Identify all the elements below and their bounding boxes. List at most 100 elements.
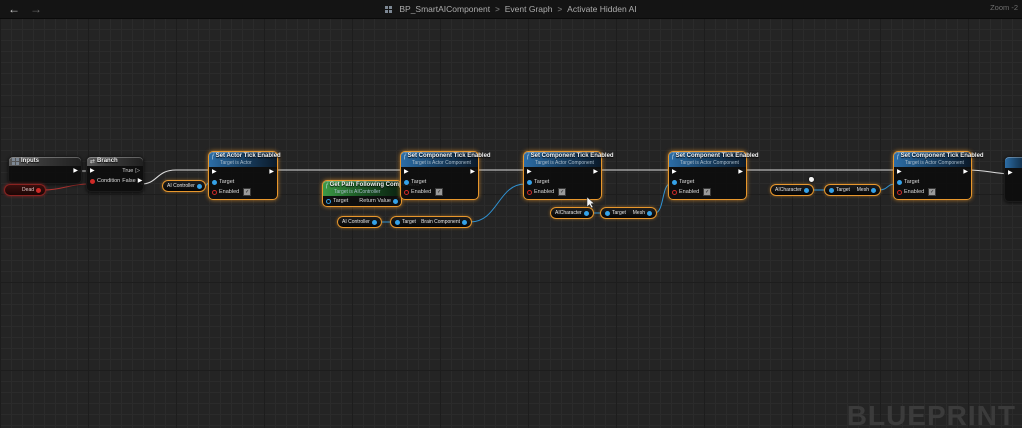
enabled-checkbox[interactable]: ✓	[435, 188, 443, 196]
enabled-checkbox[interactable]: ✓	[928, 188, 936, 196]
exec-in-pin[interactable]: ▶	[1008, 170, 1013, 176]
breadcrumb-page[interactable]: Activate Hidden AI	[567, 4, 636, 14]
target-pin[interactable]	[212, 180, 217, 185]
node-header: ⇄ Branch	[87, 157, 143, 166]
bool-wires	[44, 184, 88, 190]
exec-out-pin[interactable]: ▶	[73, 168, 78, 174]
target-pin-label: Target	[836, 187, 850, 193]
enabled-pin[interactable]	[527, 190, 532, 195]
target-pin-label: Target	[219, 179, 234, 185]
object-out-pin[interactable]	[804, 188, 809, 193]
node-subtitle: Target is Actor Component	[527, 160, 598, 166]
node-header: f Set Component Tick Enabled Target is A…	[669, 152, 746, 167]
node-get-mesh-1[interactable]: Target Mesh	[600, 207, 657, 219]
target-pin[interactable]	[897, 180, 902, 185]
node-inputs[interactable]: Inputs ▶	[8, 156, 82, 184]
exec-in-pin[interactable]: ▶	[90, 168, 95, 174]
exec-out-pin[interactable]: ▶	[738, 169, 743, 175]
exec-in-pin[interactable]: ▶	[527, 169, 532, 175]
node-branch[interactable]: ⇄ Branch ▶ True ▷ Condition False ▶	[86, 156, 144, 192]
exec-out-pin[interactable]: ▶	[269, 169, 274, 175]
function-icon: f	[212, 154, 214, 160]
exec-in-pin[interactable]: ▶	[404, 169, 409, 175]
wire-layer	[0, 0, 1022, 428]
node-get-brain-component[interactable]: Target Brain Component	[390, 216, 472, 228]
function-icon: f	[672, 154, 674, 160]
breadcrumb-section[interactable]: Event Graph	[505, 4, 553, 14]
node-get-ai-controller-2[interactable]: AI Controller	[337, 216, 382, 228]
node-header: f Set Component Tick Enabled Target is A…	[401, 152, 478, 167]
node-get-ai-character-2[interactable]: AICharacter	[770, 184, 814, 196]
condition-pin[interactable]	[90, 179, 95, 184]
output-label: Mesh	[633, 210, 645, 216]
exec-out-pin[interactable]: ▶	[593, 169, 598, 175]
false-pin-label: False	[122, 178, 135, 184]
node-header: f Set Component Tick Enabled Target is A…	[894, 152, 971, 167]
enabled-checkbox[interactable]: ✓	[243, 188, 251, 196]
enabled-pin-label: Enabled	[534, 189, 554, 195]
node-title: Inputs	[21, 158, 39, 165]
object-out-pin[interactable]	[647, 211, 652, 216]
node-set-component-tick-enabled-3[interactable]: f Set Component Tick Enabled Target is A…	[668, 151, 747, 200]
exec-in-pin[interactable]: ▶	[897, 169, 902, 175]
object-out-pin[interactable]	[372, 220, 377, 225]
target-pin[interactable]	[672, 180, 677, 185]
false-exec-pin[interactable]: ▶	[138, 178, 143, 184]
node-subtitle: Target is Actor	[212, 160, 274, 166]
function-icon: f	[527, 154, 529, 160]
node-set-component-tick-enabled-2[interactable]: f Set Component Tick Enabled Target is A…	[523, 151, 602, 200]
target-pin[interactable]	[395, 220, 400, 225]
graph-icon	[12, 158, 19, 165]
enabled-pin[interactable]	[672, 190, 677, 195]
bool-out-pin[interactable]	[36, 188, 41, 193]
node-set-component-tick-enabled-1[interactable]: f Set Component Tick Enabled Target is A…	[400, 151, 479, 200]
breadcrumb-root[interactable]: BP_SmartAIComponent	[399, 4, 490, 14]
node-get-ai-controller-1[interactable]: AI Controller	[162, 180, 206, 192]
breadcrumb: BP_SmartAIComponent > Event Graph > Acti…	[0, 0, 1022, 18]
variable-label: AICharacter	[555, 210, 582, 216]
node-set-actor-tick-enabled[interactable]: f Set Actor Tick Enabled Target is Actor…	[208, 151, 278, 200]
enabled-pin[interactable]	[897, 190, 902, 195]
enabled-pin[interactable]	[212, 190, 217, 195]
node-header: f Set Component Tick Enabled Target is A…	[524, 152, 601, 167]
node-title: Set Component Tick Enabled	[531, 153, 614, 160]
target-pin[interactable]	[326, 199, 331, 204]
chevron-right-icon: >	[557, 5, 562, 14]
node-header: f Set Actor Tick Enabled Target is Actor	[209, 152, 277, 167]
target-pin[interactable]	[527, 180, 532, 185]
exec-out-pin[interactable]: ▶	[963, 169, 968, 175]
node-get-mesh-2[interactable]: Target Mesh	[824, 184, 881, 196]
output-label: Mesh	[857, 187, 869, 193]
enabled-pin-label: Enabled	[679, 189, 699, 195]
target-pin[interactable]	[404, 180, 409, 185]
function-icon: f	[897, 154, 899, 160]
object-out-pin[interactable]	[197, 184, 202, 189]
node-title: Set Actor Tick Enabled	[216, 153, 281, 160]
blueprint-grid-icon	[385, 6, 392, 13]
blueprint-editor: ← → BP_SmartAIComponent > Event Graph > …	[0, 0, 1022, 428]
exec-in-pin[interactable]: ▶	[212, 169, 217, 175]
object-out-pin[interactable]	[462, 220, 467, 225]
branch-icon: ⇄	[90, 159, 95, 165]
enabled-checkbox[interactable]: ✓	[703, 188, 711, 196]
object-out-pin[interactable]	[584, 211, 589, 216]
object-out-pin[interactable]	[871, 188, 876, 193]
node-clipped-right[interactable]: ▶	[1004, 156, 1022, 202]
condition-pin-label: Condition	[97, 178, 120, 184]
true-exec-pin[interactable]: ▷	[135, 168, 140, 174]
node-get-dead[interactable]: Dead	[4, 184, 46, 196]
node-set-component-tick-enabled-4[interactable]: f Set Component Tick Enabled Target is A…	[893, 151, 972, 200]
target-pin[interactable]	[829, 188, 834, 193]
mouse-cursor	[586, 197, 596, 209]
node-get-path-following-component[interactable]: f Get Path Following Component Target is…	[322, 180, 402, 207]
toolbar: ← → BP_SmartAIComponent > Event Graph > …	[0, 0, 1022, 19]
variable-label: AI Controller	[342, 219, 370, 225]
enabled-checkbox[interactable]: ✓	[558, 188, 566, 196]
enabled-pin[interactable]	[404, 190, 409, 195]
return-value-pin[interactable]	[393, 199, 398, 204]
node-title: Set Component Tick Enabled	[676, 153, 759, 160]
function-icon: f	[326, 183, 328, 189]
exec-out-pin[interactable]: ▶	[470, 169, 475, 175]
target-pin[interactable]	[605, 211, 610, 216]
exec-in-pin[interactable]: ▶	[672, 169, 677, 175]
